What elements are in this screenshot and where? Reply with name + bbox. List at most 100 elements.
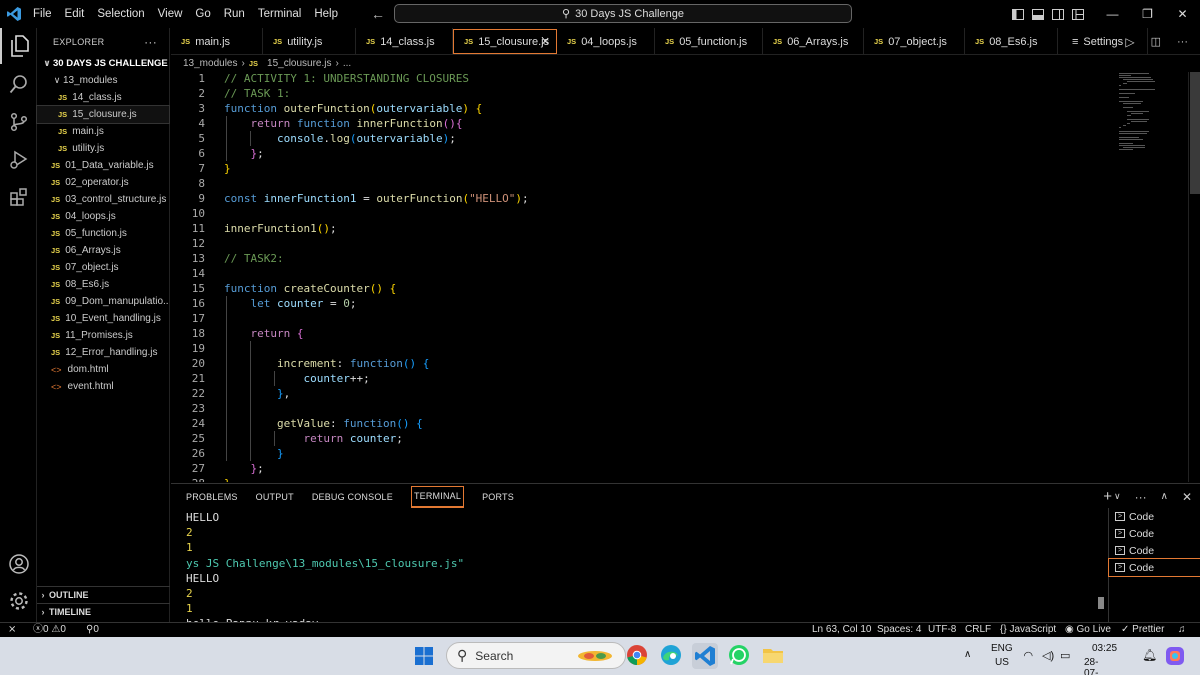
back-arrow-icon[interactable]: ← (371, 6, 385, 22)
go-live-button[interactable]: ◉ Go Live (1065, 623, 1111, 638)
tab-utility-js[interactable]: JS utility.js (263, 28, 356, 55)
editor-more-icon[interactable]: ··· (1177, 36, 1188, 48)
toggle-secondary-sidebar-icon[interactable] (1052, 8, 1064, 20)
file-item[interactable]: JS 10_Event_handling.js (37, 310, 169, 327)
tab-07-object-js[interactable]: JS 07_object.js (864, 28, 965, 55)
tab-terminal[interactable]: TERMINAL (410, 485, 465, 508)
customize-layout-icon[interactable] (1072, 8, 1084, 20)
taskbar-search[interactable]: ⚲ Search (446, 642, 626, 669)
terminal-instance[interactable]: > Code (1109, 508, 1200, 525)
extensions-icon[interactable] (0, 179, 37, 215)
maximize-icon[interactable]: ❐ (1130, 7, 1165, 21)
tab-06-arrays-js[interactable]: JS 06_Arrays.js (763, 28, 864, 55)
file-item[interactable]: JS 01_Data_variable.js (37, 157, 169, 174)
notifications-bell-icon[interactable]: ♫ (1178, 623, 1186, 638)
problems-status[interactable]: ⓧ0 ⚠0 (33, 623, 66, 638)
menu-terminal[interactable]: Terminal (253, 0, 309, 28)
minimap[interactable] (1115, 72, 1185, 162)
file-item[interactable]: JS 06_Arrays.js (37, 242, 169, 259)
encoding-status[interactable]: UTF-8 (928, 623, 956, 638)
ports-status[interactable]: ⚲0 (86, 623, 99, 638)
language-status[interactable]: {} JavaScript (1000, 623, 1056, 638)
windows-start-icon[interactable] (414, 646, 434, 666)
copilot-icon[interactable] (1164, 645, 1186, 667)
chevron-up-icon[interactable]: ∧ (964, 649, 971, 660)
wifi-icon[interactable]: ◜◝ (1024, 649, 1033, 662)
toggle-panel-icon[interactable] (1032, 8, 1044, 20)
terminal-scrollbar[interactable] (1098, 597, 1104, 609)
new-terminal-icon[interactable]: + (1103, 488, 1112, 505)
file-item[interactable]: JS 09_Dom_manupulatio... (37, 293, 169, 310)
tab-problems[interactable]: PROBLEMS (186, 484, 238, 509)
split-editor-icon[interactable]: ◫ (1151, 35, 1161, 48)
prettier-status[interactable]: ✓ Prettier (1121, 623, 1164, 638)
cursor-position[interactable]: Ln 63, Col 10 (812, 623, 872, 638)
menu-selection[interactable]: Selection (92, 0, 152, 28)
settings-gear-icon[interactable] (0, 583, 37, 619)
eol-status[interactable]: CRLF (965, 623, 991, 638)
volume-icon[interactable]: ◁) (1042, 649, 1054, 662)
file-item[interactable]: JS 12_Error_handling.js (37, 344, 169, 361)
tab-debug-console[interactable]: DEBUG CONSOLE (312, 484, 393, 509)
remote-icon[interactable]: ⨯ (8, 623, 16, 638)
breadcrumb-folder[interactable]: 13_modules (183, 58, 237, 69)
command-center-search[interactable]: ⚲ 30 Days JS Challenge (394, 4, 852, 23)
panel-more-icon[interactable]: ··· (1135, 490, 1147, 504)
menu-view[interactable]: View (153, 0, 191, 28)
more-actions-icon[interactable]: ··· (144, 35, 157, 49)
account-icon[interactable] (0, 546, 37, 582)
tab-main-js[interactable]: JS main.js (171, 28, 263, 55)
file-item-selected[interactable]: JS 15_clousure.js (36, 105, 170, 124)
terminal-output[interactable]: HELLO 2 1 ys JS Challenge\13_modules\15_… (186, 510, 1096, 630)
file-item[interactable]: <> event.html (37, 378, 169, 395)
edge-icon[interactable] (659, 643, 685, 669)
file-explorer-icon[interactable] (761, 643, 787, 669)
whatsapp-icon[interactable] (727, 643, 753, 669)
toggle-primary-sidebar-icon[interactable] (1012, 8, 1024, 20)
clock-time[interactable]: 03:25 (1092, 643, 1117, 654)
file-item[interactable]: JS 11_Promises.js (37, 327, 169, 344)
notification-bell-icon[interactable]: 🔔︎ (1142, 648, 1157, 662)
vscode-taskbar-icon[interactable] (692, 643, 718, 669)
file-item[interactable]: JS 07_object.js (37, 259, 169, 276)
menu-file[interactable]: File (28, 0, 60, 28)
chrome-icon[interactable] (625, 643, 651, 669)
file-item[interactable]: JS main.js (37, 123, 169, 140)
maximize-panel-icon[interactable]: ∧ (1161, 491, 1168, 502)
file-item[interactable]: JS 08_Es6.js (37, 276, 169, 293)
tab-08-es6-js[interactable]: JS 08_Es6.js (965, 28, 1058, 55)
scrollbar-thumb[interactable] (1190, 72, 1200, 194)
breadcrumb-symbol[interactable]: ... (343, 58, 351, 69)
battery-icon[interactable]: ▭ (1060, 649, 1070, 662)
outline-section[interactable]: › OUTLINE (37, 586, 170, 603)
tab-14-class-js[interactable]: JS 14_class.js (356, 28, 453, 55)
folder-13-modules[interactable]: ∨ 13_modules (37, 72, 169, 89)
project-folder[interactable]: ∨ 30 DAYS JS CHALLENGE (37, 55, 169, 72)
chevron-down-icon[interactable]: ∨ (1114, 491, 1121, 502)
file-item[interactable]: JS 04_loops.js (37, 208, 169, 225)
tab-output[interactable]: OUTPUT (256, 484, 294, 509)
minimize-icon[interactable]: — (1095, 7, 1130, 21)
run-file-icon[interactable]: ▷ (1125, 35, 1134, 49)
indentation-status[interactable]: Spaces: 4 (877, 623, 921, 638)
terminal-instance-active[interactable]: > Code (1108, 558, 1200, 577)
file-item[interactable]: JS 14_class.js (37, 89, 169, 106)
breadcrumb-file[interactable]: 15_clousure.js (267, 58, 331, 69)
file-item[interactable]: <> dom.html (37, 361, 169, 378)
tab-04-loops-js[interactable]: JS 04_loops.js (557, 28, 655, 55)
close-window-icon[interactable]: ✕ (1165, 7, 1200, 21)
explorer-icon[interactable] (0, 28, 37, 64)
menu-edit[interactable]: Edit (60, 0, 93, 28)
terminal-instance[interactable]: > Code (1109, 542, 1200, 559)
source-control-icon[interactable] (0, 104, 37, 140)
file-item[interactable]: JS utility.js (37, 140, 169, 157)
file-item[interactable]: JS 03_control_structure.js (37, 191, 169, 208)
run-debug-icon[interactable] (0, 142, 37, 178)
menu-go[interactable]: Go (190, 0, 218, 28)
file-item[interactable]: JS 02_operator.js (37, 174, 169, 191)
tab-ports[interactable]: PORTS (482, 484, 514, 509)
editor-scrollbar[interactable] (1188, 72, 1200, 482)
close-tab-icon[interactable]: ✕ (541, 35, 550, 48)
tab-15-clousure-js[interactable]: JS 15_clousure.js ✕ (453, 29, 557, 54)
code-editor[interactable]: 1 // ACTIVITY 1: UNDERSTANDING CLOSURES 2… (171, 71, 1200, 482)
